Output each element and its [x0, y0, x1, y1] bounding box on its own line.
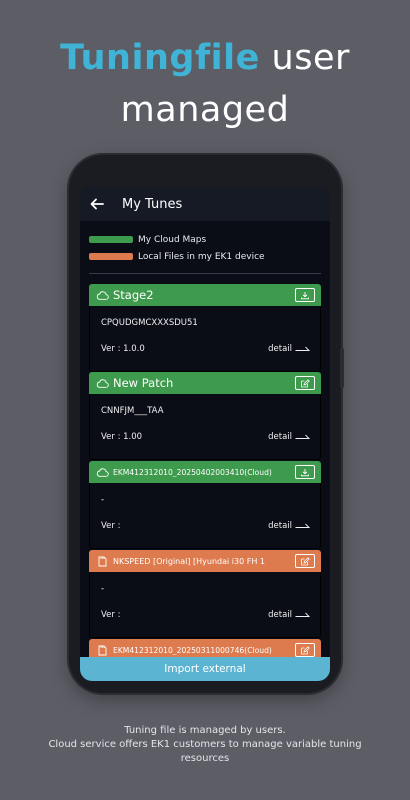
legend-swatch-cloud — [89, 236, 133, 243]
back-arrow-icon[interactable] — [82, 187, 112, 221]
card-body: - Ver : detail — [89, 572, 321, 638]
tune-card-stage2[interactable]: Stage2 CPQUDGMCXXXSDU51 Ver : 1.0.0 deta… — [89, 284, 321, 372]
card-version: Ver : 1.00 — [101, 432, 143, 442]
card-body: - Ver : detail — [89, 483, 321, 549]
legend-label-local: Local Files in my EK1 device — [138, 251, 265, 262]
caption-line-3: resources — [180, 753, 230, 764]
card-title: New Patch — [113, 376, 174, 390]
legend-swatch-local — [89, 253, 133, 260]
edit-button[interactable] — [295, 554, 315, 568]
card-title: NKSPEED [Original] [Hyundai i30 FH 1 — [113, 556, 265, 566]
detail-label: detail — [268, 521, 292, 531]
phone-side-button — [340, 348, 344, 388]
edit-button[interactable] — [295, 643, 315, 657]
caption-line-2: Cloud service offers EK1 customers to ma… — [48, 739, 362, 750]
caption: Tuning file is managed by users. Cloud s… — [0, 724, 410, 766]
sd-card-icon — [95, 644, 109, 656]
card-name: CNNFJM___TAA — [101, 406, 164, 416]
arrow-right-icon — [295, 523, 310, 528]
headline-rest: user — [259, 38, 350, 78]
headline-line-2: managed — [120, 90, 290, 130]
card-name: - — [101, 495, 105, 505]
legend-item-cloud: My Cloud Maps — [89, 231, 321, 248]
divider — [89, 273, 321, 274]
caption-line-1: Tuning file is managed by users. — [124, 725, 286, 736]
edit-button[interactable] — [295, 376, 315, 390]
headline-accent: Tuningfile — [60, 38, 260, 78]
card-title: EKM412312010_20250402003410(Cloud) — [113, 467, 272, 477]
card-header: NKSPEED [Original] [Hyundai i30 FH 1 — [89, 550, 321, 572]
detail-link[interactable]: detail — [268, 521, 310, 531]
card-title: EKM412312010_20250311000746(Cloud) — [113, 645, 272, 655]
detail-link[interactable]: detail — [268, 432, 310, 442]
card-name: CPQUDGMCXXXSDU51 — [101, 318, 198, 328]
legend: My Cloud Maps Local Files in my EK1 devi… — [80, 221, 330, 265]
app-bar: My Tunes — [80, 187, 330, 221]
card-title: Stage2 — [113, 288, 154, 302]
headline-line-1: Tuningfile user — [0, 32, 410, 84]
legend-item-local: Local Files in my EK1 device — [89, 248, 321, 265]
cloud-icon — [95, 466, 109, 478]
arrow-right-icon — [295, 612, 310, 617]
legend-label-cloud: My Cloud Maps — [138, 234, 207, 245]
tune-card-ekm-cloud[interactable]: EKM412312010_20250402003410(Cloud) - Ver… — [89, 461, 321, 549]
card-version: Ver : 1.0.0 — [101, 344, 145, 354]
page-title: My Tunes — [122, 196, 183, 212]
download-button[interactable] — [295, 288, 315, 302]
card-version: Ver : — [101, 610, 121, 620]
tune-card-nkspeed-local[interactable]: NKSPEED [Original] [Hyundai i30 FH 1 - V… — [89, 550, 321, 638]
arrow-right-icon — [295, 346, 310, 351]
import-external-button[interactable]: Import external — [80, 657, 330, 681]
detail-label: detail — [268, 610, 292, 620]
download-button[interactable] — [295, 465, 315, 479]
arrow-right-icon — [295, 434, 310, 439]
detail-label: detail — [268, 344, 292, 354]
card-body: CNNFJM___TAA Ver : 1.00 detail — [89, 394, 321, 460]
detail-label: detail — [268, 432, 292, 442]
tune-card-new-patch[interactable]: New Patch CNNFJM___TAA Ver : 1.00 detail — [89, 372, 321, 460]
cloud-icon — [95, 377, 109, 389]
detail-link[interactable]: detail — [268, 610, 310, 620]
card-header: New Patch — [89, 372, 321, 394]
cloud-icon — [95, 289, 109, 301]
card-header: Stage2 — [89, 284, 321, 306]
sd-card-icon — [95, 555, 109, 567]
card-version: Ver : — [101, 521, 121, 531]
card-body: CPQUDGMCXXXSDU51 Ver : 1.0.0 detail — [89, 306, 321, 372]
card-name: - — [101, 584, 105, 594]
headline: Tuningfile user managed — [0, 32, 410, 136]
detail-link[interactable]: detail — [268, 344, 310, 354]
app-screen: My Tunes My Cloud Maps Local Files in my… — [80, 187, 330, 681]
card-header: EKM412312010_20250402003410(Cloud) — [89, 461, 321, 483]
